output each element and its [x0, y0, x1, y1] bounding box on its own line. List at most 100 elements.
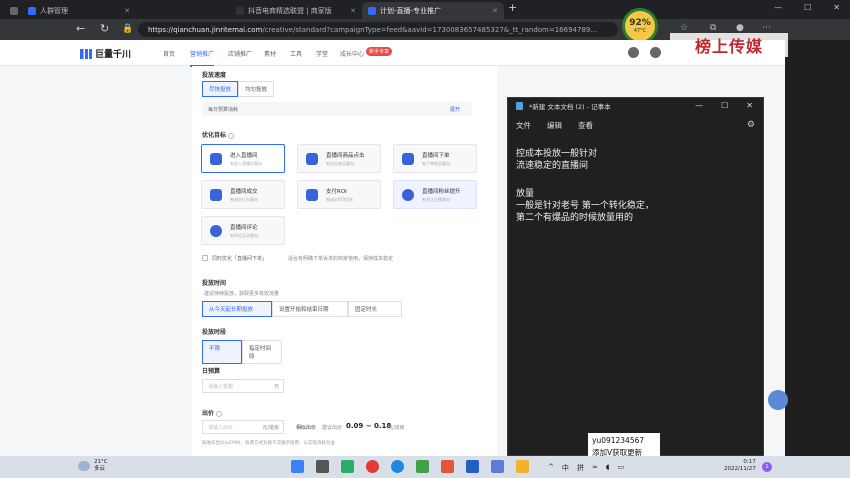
goal-desc: 按成交ROI优化 — [326, 196, 354, 202]
contact-id: yu091234567 — [592, 436, 645, 445]
bid-label: 出价 — [202, 410, 215, 417]
notepad-text-area[interactable]: 控成本投放一般针对 流速稳定的直播间 放量 一般是针对老号 第一个转化稳定， 第… — [516, 148, 654, 224]
option-date-range[interactable]: 设置开始和结束日期 — [272, 301, 348, 317]
tab-label: 计划-直播-专业推广 — [380, 6, 442, 15]
nav-store[interactable]: 店铺推广 — [228, 49, 252, 58]
notification-badge[interactable]: 1 — [762, 462, 772, 472]
bid-input[interactable]: 请输入出价 元/进房 — [202, 420, 284, 434]
battery-icon[interactable]: ▭ — [617, 463, 624, 473]
goal-card-product-click[interactable]: 直播间商品点击 有点击商品意向 — [297, 144, 381, 173]
address-bar[interactable]: https://qianchuan.jinritemai.com/creativ… — [138, 22, 618, 37]
daily-budget-input[interactable]: 请输入金额 元 — [202, 379, 284, 393]
nav-marketing[interactable]: 营销推广 — [190, 49, 215, 67]
nav-academy[interactable]: 学堂 — [316, 49, 328, 58]
nav-material[interactable]: 素材 — [264, 49, 276, 58]
close-tab-icon[interactable]: ✕ — [124, 7, 130, 15]
option-long-term[interactable]: 从今天起长期投放 — [202, 301, 272, 317]
speed-booster-widget[interactable]: 92% 47°C — [622, 8, 658, 44]
app-green-icon[interactable] — [416, 460, 429, 473]
minimize-icon[interactable]: — — [695, 101, 703, 110]
goal-card-fans[interactable]: 直播间粉丝提升 有关注主播意向 — [393, 180, 477, 209]
section-title-bid: 出价 — [202, 408, 223, 417]
note-line: 一般是针对老号 第一个转化稳定， — [516, 201, 654, 211]
goal-card-enter-room[interactable]: 进入直播间 有进入直播间意向 — [201, 144, 285, 173]
option-custom-slot[interactable]: 指定时间段 — [242, 340, 282, 364]
help-icon[interactable] — [650, 47, 661, 58]
volume-icon[interactable]: ◖ — [606, 463, 610, 473]
section-title-optimization-goal: 优化目标 — [202, 130, 235, 139]
speed-value: 92 — [629, 18, 642, 28]
cloud-icon — [78, 461, 90, 471]
back-arrow-icon[interactable]: ← — [76, 22, 85, 36]
app-logo[interactable]: 巨量千川 — [80, 47, 131, 60]
menu-view[interactable]: 查看 — [578, 120, 593, 131]
tab-actions-button[interactable] — [4, 2, 20, 19]
app-red-icon[interactable] — [441, 460, 454, 473]
optimize-order-label: 同时优化「直播间下单」 — [212, 256, 268, 262]
option-even-delivery[interactable]: 均匀投放 — [238, 81, 275, 97]
page-info-icon[interactable]: 🔒 — [122, 22, 133, 36]
app-blue-icon[interactable] — [466, 460, 479, 473]
help-circle-icon[interactable] — [228, 132, 235, 139]
edge-icon[interactable] — [391, 460, 404, 473]
favorites-icon[interactable]: ☆ — [680, 23, 688, 33]
menu-edit[interactable]: 编辑 — [547, 120, 562, 131]
chrome-icon[interactable] — [366, 460, 379, 473]
wifi-icon[interactable]: ≈ — [592, 463, 598, 473]
option-fast-delivery[interactable]: 尽快投放 — [202, 81, 239, 97]
start-windows-icon[interactable] — [291, 460, 304, 473]
delivery-time-hint: 建议持续投放，获取更多有效流量 — [204, 291, 280, 297]
delivery-speed-selector: 尽快投放 均匀投放 — [202, 81, 275, 97]
document-icon[interactable] — [628, 47, 639, 58]
goal-desc: 有下单购买意向 — [422, 160, 450, 166]
new-tab-button[interactable]: + — [508, 1, 517, 14]
tab-selected-alliance[interactable]: 抖音电商精选联盟 | 商家版 ✕ — [230, 2, 362, 19]
budget-consume-row: 每日预算消耗 展开 — [202, 102, 472, 116]
expand-link[interactable]: 展开 — [450, 106, 460, 113]
tab-crowd-management[interactable]: 人群管理 ✕ — [22, 2, 136, 19]
goal-card-order[interactable]: 直播间下单 有下单购买意向 — [393, 144, 477, 173]
wechat-icon[interactable] — [341, 460, 354, 473]
live-room-icon — [210, 152, 222, 165]
goal-card-comment[interactable]: 直播间评论 有评论互动意向 — [201, 216, 285, 245]
goal-card-roi[interactable]: 支付ROI 按成交ROI优化 — [297, 180, 381, 209]
close-tab-icon[interactable]: ✕ — [492, 7, 498, 15]
maximize-icon[interactable]: ☐ — [804, 3, 811, 12]
nav-tools[interactable]: 工具 — [290, 49, 302, 58]
minimize-icon[interactable]: — — [774, 3, 782, 12]
close-window-icon[interactable]: ✕ — [746, 101, 753, 110]
comment-bubble-icon — [210, 224, 222, 237]
more-menu-icon[interactable]: ⋯ — [762, 23, 771, 33]
option-fixed-duration[interactable]: 固定时长 — [348, 301, 402, 317]
optimize-order-checkbox[interactable] — [202, 255, 208, 261]
help-circle-icon[interactable] — [216, 410, 223, 417]
close-tab-icon[interactable]: ✕ — [350, 7, 356, 15]
file-explorer-icon[interactable] — [516, 460, 529, 473]
clock[interactable]: 0:17 2022/11/27 — [724, 459, 756, 473]
note-line: 流速稳定的直播间 — [516, 161, 589, 171]
ime-mode-indicator[interactable]: 拼 — [577, 463, 584, 473]
chevron-up-icon[interactable]: ^ — [548, 463, 554, 473]
close-window-icon[interactable]: ✕ — [833, 3, 840, 12]
ime-lang-indicator[interactable]: 中 — [562, 463, 569, 473]
maximize-icon[interactable]: ☐ — [721, 101, 728, 110]
option-no-limit[interactable]: 不限 — [202, 340, 242, 364]
collections-icon[interactable]: ⧉ — [710, 23, 716, 33]
windows-taskbar: 21°C 多云 ^ 中 拼 ≈ ◖ ▭ 0:17 2022/11/27 1 — [0, 456, 850, 478]
nav-home[interactable]: 首页 — [163, 49, 175, 58]
tab-plan-live[interactable]: 计划-直播-专业推广 ✕ — [362, 2, 504, 19]
menu-file[interactable]: 文件 — [516, 120, 531, 131]
reload-icon[interactable]: ↻ — [100, 22, 109, 36]
task-view-icon[interactable] — [316, 460, 329, 473]
suggest-bid-range: 0.09 ~ 0.18 — [346, 422, 392, 430]
assistant-mascot-icon[interactable] — [768, 390, 788, 410]
nav-growth[interactable]: 成长中心 — [340, 49, 364, 58]
profile-avatar-icon[interactable]: ● — [736, 23, 744, 33]
goal-label: 直播间评论 — [230, 224, 258, 231]
optimize-order-note: 适合有明确下单诉求的商家使用，保持成本稳定 — [288, 256, 394, 262]
todo-icon[interactable] — [491, 460, 504, 473]
settings-gear-icon[interactable]: ⚙ — [747, 120, 755, 130]
weather-widget[interactable]: 21°C 多云 — [78, 459, 108, 473]
speed-unit: % — [641, 18, 651, 28]
goal-card-deal[interactable]: 直播间成交 有成交行为意向 — [201, 180, 285, 209]
